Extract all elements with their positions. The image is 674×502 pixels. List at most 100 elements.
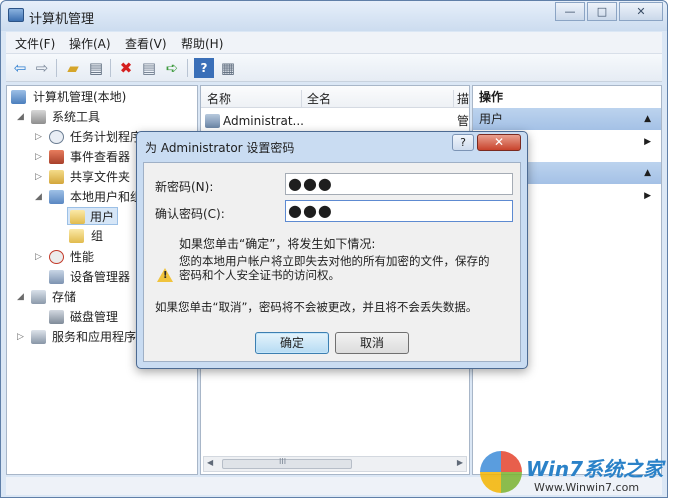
confirm-password-label: 确认密码(C): [155,207,225,221]
back-arrow-icon[interactable]: ⇦ [10,58,30,78]
toolbar: ⇦ ⇨ ▰ ▤ ✖ ▤ ➪ ? ▦ [6,54,662,82]
folder-icon [70,210,85,224]
horizontal-scrollbar[interactable]: ◀ III ▶ [203,456,467,472]
user-icon [205,114,220,128]
watermark: Win7系统之家 Www.Winwin7.com [478,445,670,500]
minimize-button[interactable]: — [555,2,585,21]
services-icon [31,330,46,344]
menu-help[interactable]: 帮助(H) [181,35,223,52]
storage-icon [31,290,46,304]
performance-icon [49,250,64,264]
confirm-password-field[interactable]: ●●● [285,200,513,222]
collapsed-arrow-icon[interactable]: ▷ [35,148,42,166]
tree-item-label: 组 [91,229,104,243]
column-full-name[interactable]: 全名 [307,90,331,107]
expanded-arrow-icon[interactable]: ◢ [17,288,24,306]
tree-item-storage[interactable]: ◢ 存储 [17,288,76,306]
column-divider[interactable] [453,90,454,108]
folder-icon [69,229,84,243]
user-name-cell: Administrat... [223,114,304,128]
submenu-arrow-icon: ▶ [644,137,651,147]
show-action-pane-icon[interactable]: ▦ [218,58,238,78]
computer-management-icon [8,8,24,22]
shared-folder-icon [49,170,64,184]
tree-item-root[interactable]: 计算机管理(本地) [11,88,126,106]
dialog-body: 新密码(N): ●●● 确认密码(C): ●●● ! 如果您单击“确定”，将发生… [143,162,521,362]
help-icon[interactable]: ? [194,58,214,78]
collapsed-arrow-icon[interactable]: ▷ [35,128,42,146]
users-icon [49,190,64,204]
tree-item-label: 任务计划程序 [70,130,143,144]
collapsed-arrow-icon[interactable]: ▷ [17,328,24,346]
actions-header: 操作 [479,90,504,104]
new-password-label: 新密码(N): [155,180,214,194]
warning-title: 如果您单击“确定”，将发生如下情况: [179,237,376,251]
watermark-url: Www.Winwin7.com [534,481,640,494]
collapsed-arrow-icon[interactable]: ▷ [35,248,42,266]
tree-item-shared-folders[interactable]: ▷ 共享文件夹 [35,168,130,186]
expanded-arrow-icon[interactable]: ◢ [35,188,42,206]
tree-item-label: 性能 [70,250,95,264]
tree-item-label: 存储 [52,290,77,304]
properties-icon[interactable]: ▤ [139,58,159,78]
tree-item-disk-management[interactable]: 磁盘管理 [49,308,118,326]
cancel-button[interactable]: 取消 [335,332,409,354]
tree-item-services-apps[interactable]: ▷ 服务和应用程序 [17,328,136,346]
tree-item-users[interactable]: 用户 [67,207,119,225]
scroll-grip-icon: III [279,457,287,466]
tree-item-label: 共享文件夹 [70,170,131,184]
ok-button[interactable]: 确定 [255,332,329,354]
section-title: 用户 [479,112,504,126]
scroll-left-icon[interactable]: ◀ [207,458,213,467]
menu-action[interactable]: 操作(A) [69,35,111,52]
scroll-thumb[interactable]: III [222,457,352,469]
forward-arrow-icon[interactable]: ⇨ [32,58,52,78]
user-desc-cell: 管 [457,114,470,128]
tree-item-label: 磁盘管理 [70,310,119,324]
toolbar-separator [187,59,188,77]
collapse-up-icon[interactable]: ▲ [644,162,651,184]
tree-item-label: 设备管理器 [70,270,131,284]
cancel-note: 如果您单击“取消”，密码将不会被更改，并且将不会丢失数据。 [155,300,478,314]
menu-file[interactable]: 文件(F) [15,35,55,52]
tree-item-system-tools[interactable]: ◢ 系统工具 [17,108,100,126]
collapsed-arrow-icon[interactable]: ▷ [35,168,42,186]
close-button[interactable]: ✕ [619,2,663,21]
column-name[interactable]: 名称 [207,90,231,107]
window-controls: — □ ✕ [553,2,663,21]
dialog-help-button[interactable]: ? [452,134,474,151]
windows-logo-icon [480,451,522,493]
tree-item-groups[interactable]: 组 [69,227,103,245]
tree-item-performance[interactable]: ▷ 性能 [35,248,94,266]
export-icon[interactable]: ➪ [162,58,182,78]
column-description[interactable]: 描 [457,90,469,107]
tree-item-event-viewer[interactable]: ▷ 事件查看器 [35,148,130,166]
table-row[interactable]: Administrat... 管 [205,112,470,130]
tools-icon [31,110,46,124]
scroll-right-icon[interactable]: ▶ [457,458,463,467]
event-viewer-icon [49,150,64,164]
maximize-button[interactable]: □ [587,2,617,21]
tree-item-device-manager[interactable]: 设备管理器 [49,268,130,286]
delete-icon[interactable]: ✖ [116,58,136,78]
tree-item-task-scheduler[interactable]: ▷ 任务计划程序 [35,128,142,146]
warning-line-2: 密码和个人安全证书的访问权。 [179,268,340,282]
show-tree-icon[interactable]: ▤ [86,58,106,78]
window-title: 计算机管理 [29,12,95,27]
set-password-dialog: 为 Administrator 设置密码 ? ✕ 新密码(N): ●●● 确认密… [136,131,528,369]
toolbar-separator [56,59,57,77]
tree-item-label: 计算机管理(本地) [33,90,127,104]
dialog-close-button[interactable]: ✕ [477,134,521,151]
up-folder-icon[interactable]: ▰ [63,58,83,78]
menu-bar: 文件(F) 操作(A) 查看(V) 帮助(H) [6,32,662,54]
tree-item-label: 本地用户和组 [70,190,143,204]
column-divider[interactable] [301,90,302,108]
menu-view[interactable]: 查看(V) [125,35,167,52]
clock-icon [49,130,64,144]
title-bar[interactable]: 计算机管理 — □ ✕ [1,1,667,31]
expanded-arrow-icon[interactable]: ◢ [17,108,24,126]
collapse-up-icon[interactable]: ▲ [644,108,651,130]
tree-item-local-users-groups[interactable]: ◢ 本地用户和组 [35,188,142,206]
new-password-field[interactable]: ●●● [285,173,513,195]
actions-section-users[interactable]: 用户 ▲ [473,108,661,130]
